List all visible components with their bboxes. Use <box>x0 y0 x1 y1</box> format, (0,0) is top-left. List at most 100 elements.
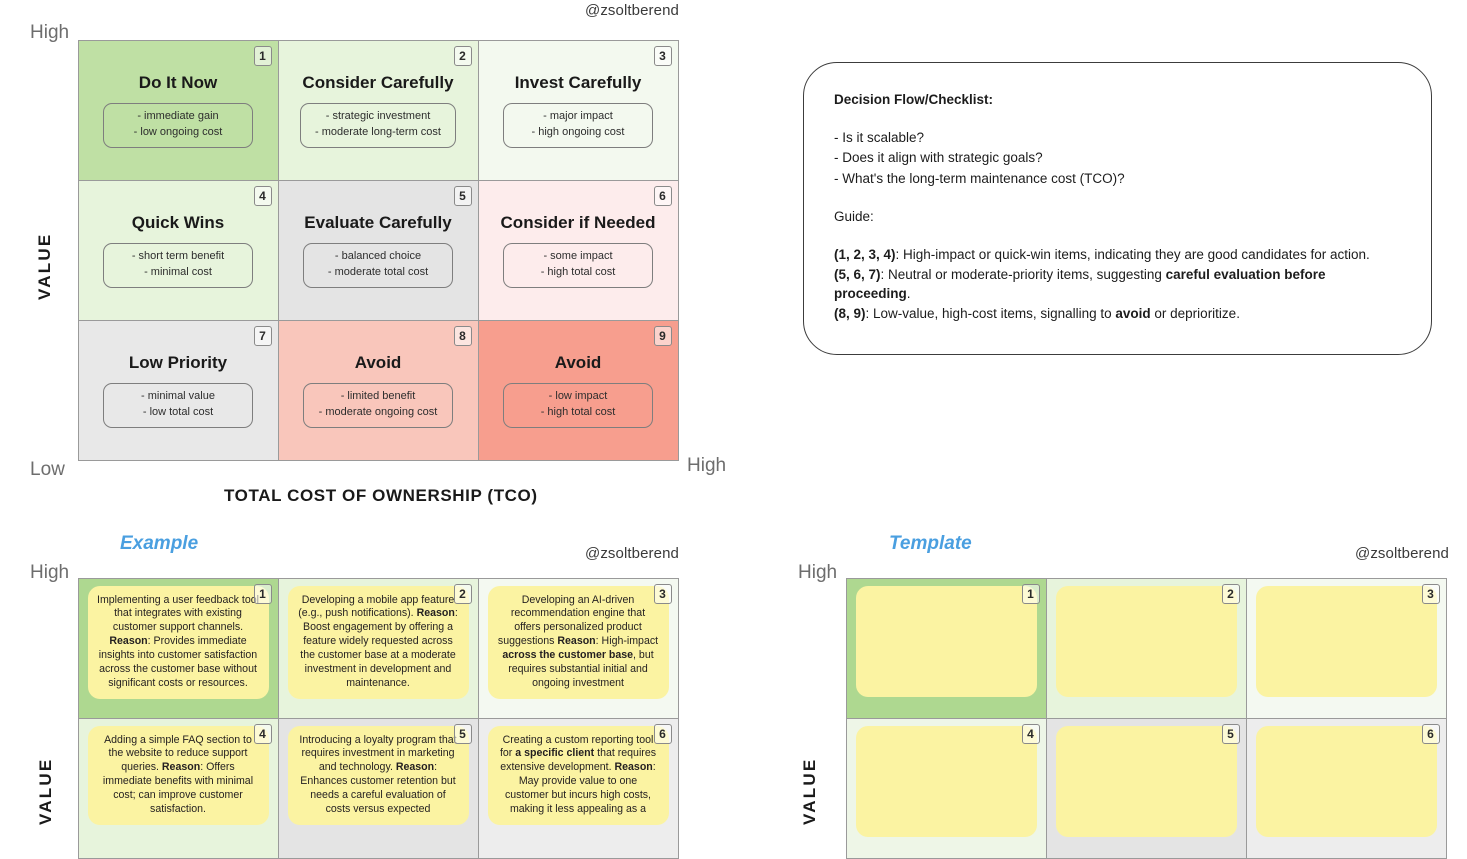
cell-number-badge: 3 <box>653 583 672 604</box>
matrix-cell-3[interactable]: 3 Invest Carefully - major impact - high on… <box>477 39 679 181</box>
cell-note-line: - moderate ongoing cost <box>318 406 438 419</box>
template-matrix: 1 2 3 4 5 6 <box>845 577 1447 859</box>
emphasis-text: avoid <box>1115 305 1151 321</box>
cell-title: Consider Carefully <box>302 72 454 92</box>
cell-note-line: - short term benefit <box>131 250 225 263</box>
sticky-note[interactable]: Implementing a user feedback tool that i… <box>87 585 269 700</box>
body-text: : High-impact or quick-win items, indica… <box>895 247 1370 263</box>
example-cell-3[interactable]: 3 Developing an AI-driven recommendation … <box>477 577 679 719</box>
cell-note: - some impact - high total cost <box>503 243 653 288</box>
cell-number-badge: 5 <box>453 185 472 206</box>
matrix-cell-8[interactable]: 8 Avoid - limited benefit - moderate ongoin… <box>277 320 479 462</box>
cell-number-badge: 8 <box>453 326 472 347</box>
example-cell-2[interactable]: 2 Developing a mobile app feature (e.g., … <box>277 577 479 719</box>
cell-note: - minimal value - low total cost <box>103 383 253 429</box>
matrix-cell-5[interactable]: 5 Evaluate Carefully - balanced choice - mo… <box>277 179 479 322</box>
cell-note-line: - immediate gain <box>137 109 219 122</box>
cell-title: Low Priority <box>128 353 228 373</box>
sticky-note-blank[interactable] <box>1055 725 1237 837</box>
guide-row: (8, 9): Low-value, high-cost items, sign… <box>834 305 1401 323</box>
cell-note-line: - low ongoing cost <box>133 125 223 138</box>
guide-row-key: (5, 6, 7) <box>834 267 881 283</box>
cell-note-line: - high ongoing cost <box>531 125 625 138</box>
matrix-cell-9[interactable]: 9 Avoid - low impact - high total cost <box>477 320 679 462</box>
checklist-heading: Decision Flow/Checklist: <box>834 92 994 107</box>
template-cell-5[interactable]: 5 <box>1045 717 1247 859</box>
template-value-high-label: High <box>798 562 838 583</box>
sticky-note-blank[interactable] <box>1255 725 1437 837</box>
guide-colon: : <box>870 208 874 224</box>
cell-note: - low impact - high total cost <box>503 383 653 429</box>
value-axis-title: VALUE <box>35 232 54 300</box>
cell-note-line: - minimal value <box>141 390 215 403</box>
body-text: . <box>906 285 911 301</box>
sticky-note[interactable]: Developing an AI-driven recommendation e… <box>487 585 669 700</box>
cell-title: Do It Now <box>138 72 218 92</box>
example-value-axis-title: VALUE <box>36 757 55 825</box>
sticky-note-blank[interactable] <box>855 725 1037 837</box>
cell-number-badge: 3 <box>653 45 672 66</box>
example-value-high-label: High <box>30 562 70 583</box>
matrix-cell-2[interactable]: 2 Consider Carefully - strategic investmen… <box>277 39 479 181</box>
cell-number-badge: 2 <box>453 45 472 66</box>
emphasis-text: across the customer base <box>502 649 634 662</box>
sticky-note[interactable]: Creating a custom reporting tool for a s… <box>487 725 669 826</box>
guide-row-key: (8, 9) <box>834 305 866 321</box>
template-section-label: Template <box>889 533 972 554</box>
template-cell-2[interactable]: 2 <box>1045 577 1247 719</box>
cell-note-line: - moderate long-term cost <box>315 125 441 138</box>
guide-row: (5, 6, 7): Neutral or moderate-priority … <box>834 266 1401 302</box>
tco-axis-high-label: High <box>687 455 727 476</box>
sticky-note[interactable]: Introducing a loyalty program that requi… <box>287 725 469 826</box>
guide-row-key: (1, 2, 3, 4) <box>834 247 896 263</box>
emphasis-text: Reason <box>395 761 435 774</box>
cell-number-badge: 6 <box>653 185 672 206</box>
cell-note: - immediate gain - low ongoing cost <box>103 102 253 148</box>
matrix-cell-1[interactable]: 1 Do It Now - immediate gain - low ongoing … <box>77 39 279 181</box>
value-tco-matrix: 1 Do It Now - immediate gain - low ongoing … <box>77 39 679 462</box>
sticky-note-blank[interactable] <box>1255 585 1437 697</box>
sticky-note[interactable]: Adding a simple FAQ section to the websi… <box>87 725 269 826</box>
body-text: : Boost engagement by offering a feature… <box>300 607 458 690</box>
emphasis-text: a specific client <box>515 747 595 760</box>
cell-title: Avoid <box>554 353 602 373</box>
cell-number-badge: 2 <box>453 583 472 604</box>
cell-number-badge: 5 <box>1221 723 1240 744</box>
matrix-cell-7[interactable]: 7 Low Priority - minimal value - low total … <box>77 320 279 462</box>
cell-note: - major impact - high ongoing cost <box>503 102 653 148</box>
example-cell-6[interactable]: 6 Creating a custom reporting tool for a … <box>477 717 679 859</box>
cell-title: Quick Wins <box>131 213 225 233</box>
sticky-note-blank[interactable] <box>855 585 1037 697</box>
cell-number-badge: 7 <box>253 326 272 347</box>
cell-number-badge: 2 <box>1221 583 1240 604</box>
template-cell-3[interactable]: 3 <box>1245 577 1447 719</box>
example-cell-1[interactable]: 1 Implementing a user feedback tool that … <box>77 577 279 719</box>
template-cell-1[interactable]: 1 <box>845 577 1047 719</box>
checklist-question: - Does it align with strategic goals? <box>834 150 1043 166</box>
cell-title: Evaluate Carefully <box>304 213 452 233</box>
checklist-question: - Is it scalable? <box>834 130 925 146</box>
cell-number-badge: 6 <box>653 723 672 744</box>
cell-note: - short term benefit - minimal cost <box>103 243 253 288</box>
cell-number-badge: 6 <box>1421 723 1440 744</box>
cell-number-badge: 4 <box>253 185 272 206</box>
example-cell-4[interactable]: 4 Adding a simple FAQ section to the webs… <box>77 717 279 859</box>
checklist-questions: - Is it scalable? - Does it align with st… <box>834 129 1401 188</box>
value-axis-high-label: High <box>30 22 70 43</box>
matrix-cell-4[interactable]: 4 Quick Wins - short term benefit - minimal… <box>77 179 279 322</box>
cell-number-badge: 1 <box>1021 583 1040 604</box>
matrix-cell-6[interactable]: 6 Consider if Needed - some impact - high t… <box>477 179 679 322</box>
sticky-note-blank[interactable] <box>1055 585 1237 697</box>
sticky-note[interactable]: Developing a mobile app feature (e.g., p… <box>287 585 469 700</box>
emphasis-text: Reason <box>161 761 201 774</box>
template-cell-4[interactable]: 4 <box>845 717 1047 859</box>
cell-title: Invest Carefully <box>514 72 642 92</box>
guide-row: (1, 2, 3, 4): High-impact or quick-win i… <box>834 246 1401 264</box>
emphasis-text: Reason <box>614 761 653 774</box>
decision-flow-card: Decision Flow/Checklist: - Is it scalabl… <box>803 62 1432 355</box>
cell-note: - limited benefit - moderate ongoing cost <box>303 383 453 429</box>
cell-note-line: - moderate total cost <box>327 265 429 278</box>
cell-title: Consider if Needed <box>500 213 656 233</box>
template-cell-6[interactable]: 6 <box>1245 717 1447 859</box>
example-cell-5[interactable]: 5 Introducing a loyalty program that requ… <box>277 717 479 859</box>
